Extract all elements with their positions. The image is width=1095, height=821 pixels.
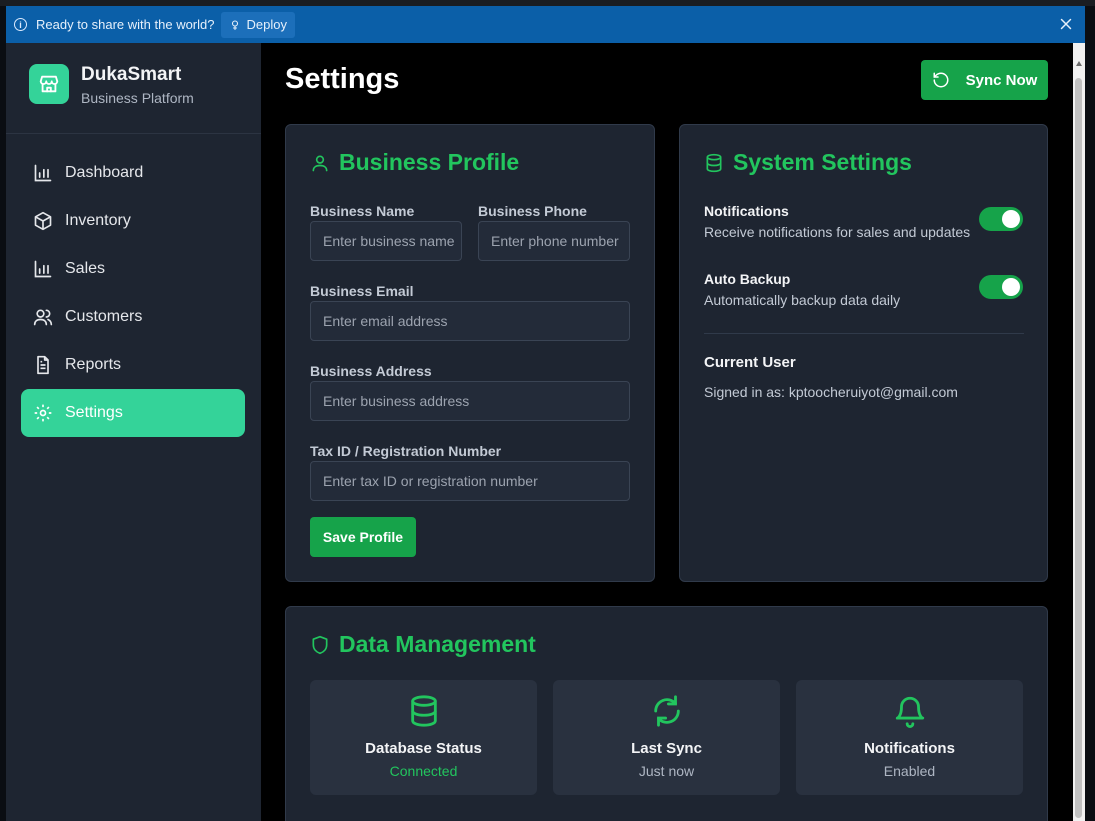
notifications-tile-title: Notifications [864,740,955,757]
sidebar-nav: Dashboard Inventory Sales Customers Repo… [21,149,245,437]
sidebar-item-dashboard[interactable]: Dashboard [21,149,245,197]
notifications-tile-value: Enabled [883,763,936,779]
toggle-knob [1002,278,1020,296]
business-email-input[interactable]: Enter email address [310,301,630,341]
sidebar-item-customers[interactable]: Customers [21,293,245,341]
business-profile-card: Business Profile Business Name Enter bus… [285,124,655,582]
business-address-label: Business Address [310,363,432,379]
bell-icon [895,696,924,728]
auto-backup-toggle[interactable] [979,275,1023,299]
system-settings-card: System Settings Notifications Receive no… [679,124,1048,582]
database-status-tile: Database Status Connected [310,680,537,795]
deploy-button[interactable]: Deploy [221,11,295,38]
banner-message: Ready to share with the world? [36,17,215,32]
scrollbar-thumb[interactable] [1075,78,1082,818]
last-sync-value: Just now [638,763,695,779]
brand-subtitle: Business Platform [81,90,194,106]
users-icon [33,309,53,326]
sync-now-button[interactable]: Sync Now [921,60,1048,100]
database-icon [410,695,437,727]
store-icon [29,64,69,104]
tax-id-label: Tax ID / Registration Number [310,443,502,459]
business-email-label: Business Email [310,283,414,299]
current-user-email: Signed in as: kptoocheruiyot@gmail.com [704,384,958,400]
database-status-title: Database Status [365,740,482,757]
sidebar-item-label: Customers [65,308,143,325]
deploy-banner: i Ready to share with the world? Deploy [6,6,1085,43]
shield-icon [312,635,328,654]
brand-header: DukaSmart Business Platform [6,43,261,134]
sidebar-item-sales[interactable]: Sales [21,245,245,293]
data-management-heading: Data Management [339,631,536,657]
box-icon [34,211,52,231]
app-window: DukaSmart Business Platform Dashboard In… [6,43,1085,821]
notifications-toggle[interactable] [979,207,1023,231]
sidebar-item-label: Reports [65,356,122,373]
sidebar-item-label: Dashboard [65,164,144,181]
database-status-value: Connected [389,763,458,779]
last-sync-tile: Last Sync Just now [553,680,780,795]
sidebar-item-label: Inventory [65,212,131,229]
business-phone-label: Business Phone [478,203,587,219]
business-profile-heading: Business Profile [339,149,520,175]
business-name-label: Business Name [310,203,415,219]
system-settings-title: System Settings [704,149,912,176]
business-profile-title: Business Profile [310,149,519,176]
tax-id-input[interactable]: Enter tax ID or registration number [310,461,630,501]
notifications-tile: Notifications Enabled [796,680,1023,795]
auto-backup-setting-desc: Automatically backup data daily [704,292,901,308]
user-icon [312,155,328,171]
document-icon [37,355,49,375]
sync-now-label: Sync Now [965,71,1038,89]
last-sync-title: Last Sync [631,740,702,757]
sidebar-item-settings[interactable]: Settings [21,389,245,437]
save-profile-button[interactable]: Save Profile [310,517,416,557]
toggle-knob [1002,210,1020,228]
data-management-card: Data Management Database Status Connecte… [285,606,1048,821]
system-settings-heading: System Settings [733,149,912,175]
database-icon [706,153,722,172]
business-phone-input[interactable]: Enter phone number [478,221,630,261]
close-icon[interactable] [1057,15,1075,33]
sidebar-item-label: Settings [65,404,123,421]
notifications-setting-desc: Receive notifications for sales and upda… [704,224,971,240]
gear-icon [34,404,52,422]
bar-chart-icon [34,260,52,278]
current-user-title: Current User [704,354,796,371]
refresh-icon [933,72,949,88]
vertical-scrollbar[interactable] [1073,43,1085,821]
business-address-input[interactable]: Enter business address [310,381,630,421]
sidebar-item-label: Sales [65,260,106,277]
bar-chart-icon [34,164,52,182]
scroll-up-arrow-icon[interactable] [1076,61,1082,66]
business-name-input[interactable]: Enter business name [310,221,462,261]
sidebar-item-reports[interactable]: Reports [21,341,245,389]
data-management-title: Data Management [310,631,536,658]
deploy-label: Deploy [246,17,287,32]
rocket-icon [232,19,239,30]
brand-name: DukaSmart [81,64,182,85]
settings-divider [704,333,1024,334]
refresh-icon [653,695,680,727]
sidebar-item-inventory[interactable]: Inventory [21,197,245,245]
sidebar: DukaSmart Business Platform Dashboard In… [6,43,261,821]
main-content: Settings Sync Now Business Profile Busin… [261,43,1073,821]
notifications-setting-title: Notifications [704,203,789,219]
page-title: Settings [285,63,400,95]
auto-backup-setting-title: Auto Backup [704,271,791,287]
info-icon: i [14,18,27,31]
